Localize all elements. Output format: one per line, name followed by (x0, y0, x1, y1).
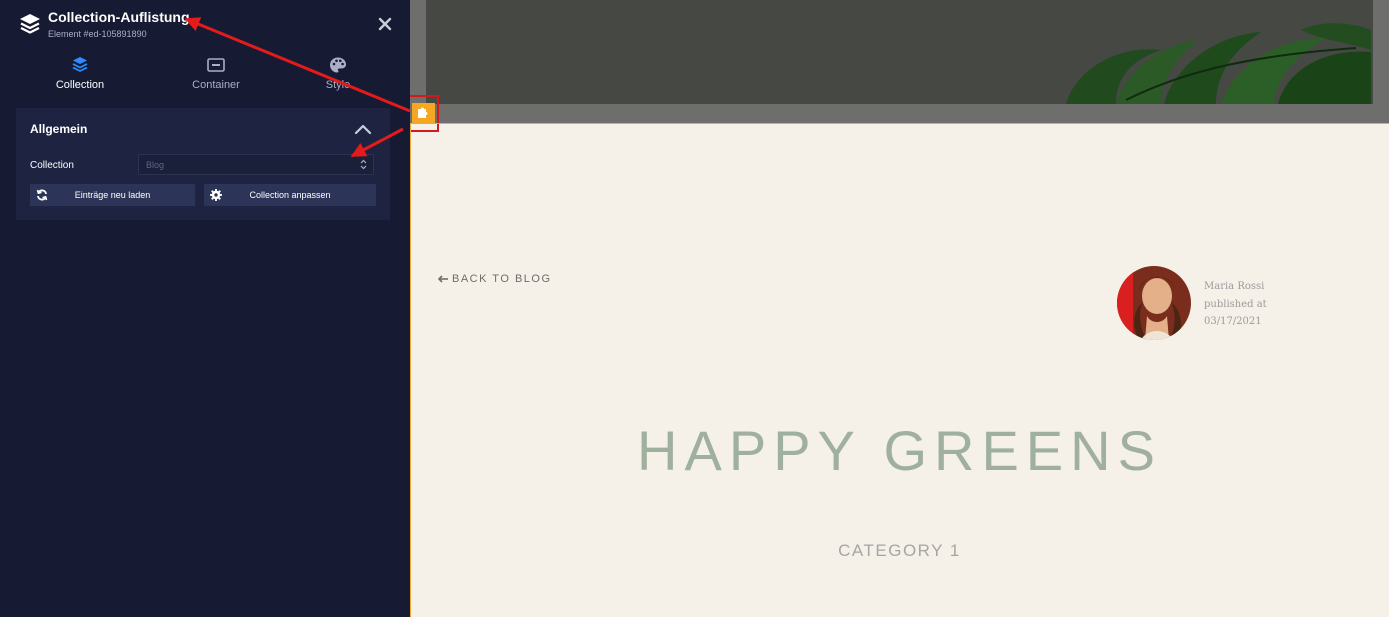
tab-style[interactable]: Style (283, 56, 393, 91)
customize-collection-button[interactable]: Collection anpassen (204, 184, 376, 206)
palette-icon (330, 57, 346, 73)
editor-panel: Collection-Auflistung Element #ed-105891… (0, 0, 410, 617)
chevron-up-icon[interactable] (354, 122, 372, 136)
published-label: published at (1204, 298, 1267, 310)
panel-title: Collection-Auflistung (48, 9, 190, 25)
author-meta: Maria Rossi published at 03/17/2021 (1204, 278, 1267, 331)
reload-entries-button[interactable]: Einträge neu laden (30, 184, 195, 206)
back-to-blog-label: BACK TO BLOG (452, 273, 552, 285)
section-title: Allgemein (30, 122, 88, 136)
published-date: 03/17/2021 (1204, 316, 1262, 327)
element-id: Element #ed-105891890 (48, 29, 147, 39)
monstera-leaf-image (1066, 23, 1371, 104)
post-title: HAPPY GREENS (637, 419, 1162, 482)
general-section: Allgemein Collection Blog Einträge neu l… (16, 108, 390, 220)
container-icon (207, 58, 225, 72)
author-name: Maria Rossi (1204, 281, 1265, 292)
select-arrows-icon (360, 159, 367, 170)
layers-icon (20, 14, 40, 34)
back-to-blog-link[interactable]: BACK TO BLOG (438, 273, 552, 285)
layers-icon (72, 57, 88, 72)
customize-collection-label: Collection anpassen (249, 190, 331, 200)
tab-container-label: Container (192, 79, 240, 91)
close-icon[interactable] (376, 15, 394, 33)
collection-select-value: Blog (146, 160, 165, 170)
tab-collection[interactable]: Collection (25, 56, 135, 91)
collection-select[interactable]: Blog (138, 154, 374, 175)
reload-entries-label: Einträge neu laden (74, 190, 151, 200)
collection-field-label: Collection (30, 160, 74, 171)
selection-outline-top (410, 123, 1389, 124)
post-category: CATEGORY 1 (838, 541, 961, 560)
tab-container[interactable]: Container (161, 56, 271, 91)
hero-banner (410, 0, 1389, 123)
site-preview: BACK TO BLOG Maria Rossi published at 03… (410, 0, 1389, 617)
badge-highlight-box (410, 95, 439, 132)
arrow-left-icon (438, 275, 448, 283)
author-avatar (1117, 266, 1191, 340)
hero-image (426, 0, 1373, 104)
tab-style-label: Style (325, 79, 351, 91)
tab-collection-label: Collection (55, 79, 105, 91)
